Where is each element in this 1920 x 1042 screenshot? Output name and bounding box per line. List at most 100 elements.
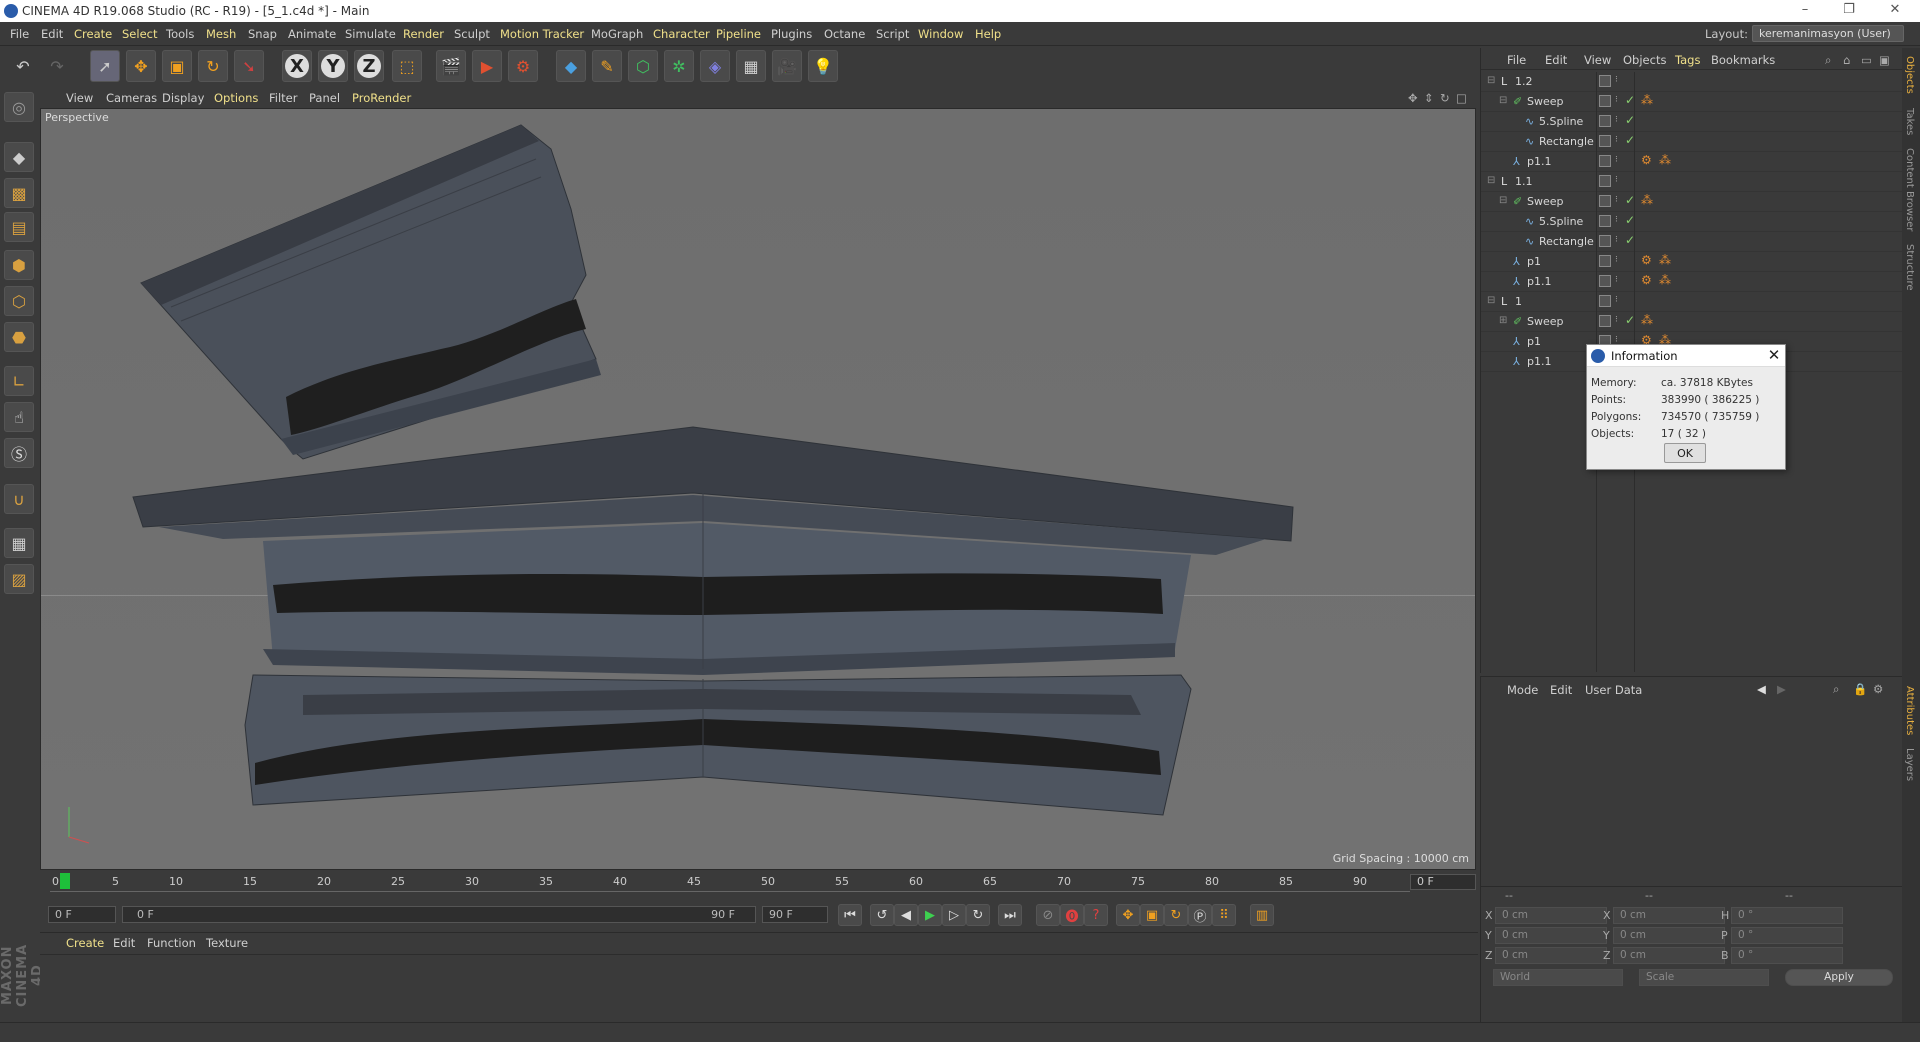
cornice-models[interactable]	[41, 109, 1476, 870]
visibility-dots-icon[interactable]: ⁝	[1615, 215, 1618, 225]
deformer-icon[interactable]: ◈	[700, 50, 730, 82]
constraint-tag-icon[interactable]: ⁂	[1641, 93, 1653, 107]
menu-simulate[interactable]: Simulate	[345, 27, 396, 41]
tab-content-browser[interactable]: Content Browser	[1904, 148, 1915, 231]
visibility-dots-icon[interactable]: ⁝	[1615, 95, 1618, 105]
rotation-field[interactable]: 0 °	[1731, 947, 1843, 964]
layer-swatch-icon[interactable]	[1599, 315, 1611, 327]
forward-arrow-icon[interactable]: ▶	[1777, 682, 1786, 696]
back-arrow-icon[interactable]: ◀	[1757, 682, 1766, 696]
constraint-tag-icon[interactable]: ⁂	[1641, 313, 1653, 327]
objects-menu-view[interactable]: View	[1584, 53, 1611, 67]
undo-icon[interactable]: ↶	[8, 50, 38, 82]
layer-swatch-icon[interactable]	[1599, 155, 1611, 167]
menu-select[interactable]: Select	[122, 27, 157, 41]
search-icon[interactable]: ⌕	[1825, 53, 1831, 68]
record-position-icon[interactable]: ✥	[1116, 904, 1140, 926]
menu-pipeline[interactable]: Pipeline	[716, 27, 761, 41]
menu-script[interactable]: Script	[876, 27, 909, 41]
home-icon[interactable]: ⌂	[1843, 53, 1850, 67]
objects-menu-edit[interactable]: Edit	[1545, 53, 1567, 67]
next-frame-icon[interactable]: ▷	[942, 904, 966, 926]
move-icon[interactable]: ✥	[126, 50, 156, 82]
ik-tag-icon[interactable]: ⚙	[1641, 253, 1652, 267]
make-editable-icon[interactable]: ◎	[4, 92, 34, 122]
collapse-icon[interactable]: ⊟	[1499, 95, 1507, 106]
search-icon[interactable]: ⌕	[1833, 682, 1839, 697]
new-window-icon[interactable]: ▭	[1861, 53, 1872, 67]
menu-character[interactable]: Character	[653, 27, 710, 41]
object-name[interactable]: p1.1	[1527, 275, 1551, 288]
rotate-icon[interactable]: ↻	[198, 50, 228, 82]
object-name[interactable]: 5.Spline	[1539, 215, 1583, 228]
object-row[interactable]: ⊞ ✐ Sweep ⁝ ✓ ⁂	[1481, 312, 1903, 332]
object-name[interactable]: 1	[1515, 295, 1522, 308]
record-scale-icon[interactable]: ▣	[1140, 904, 1164, 926]
constraint-tag-icon[interactable]: ⁂	[1659, 273, 1671, 287]
layer-swatch-icon[interactable]	[1599, 95, 1611, 107]
render-picture-viewer-icon[interactable]: ▶	[472, 50, 502, 82]
light-icon[interactable]: 💡	[808, 50, 838, 82]
record-disabled-icon[interactable]: ⊘	[1036, 904, 1060, 926]
layer-swatch-icon[interactable]	[1599, 215, 1611, 227]
ik-tag-icon[interactable]: ⚙	[1641, 273, 1652, 287]
object-row[interactable]: ⊟ L 1 ⁝	[1481, 292, 1903, 312]
position-field[interactable]: 0 cm	[1495, 927, 1607, 944]
position-field[interactable]: 0 cm	[1495, 947, 1607, 964]
object-row[interactable]: ⅄ p1.1 ⁝ ⚙ ⁂	[1481, 272, 1903, 292]
object-name[interactable]: Sweep	[1527, 315, 1564, 328]
layer-swatch-icon[interactable]	[1599, 135, 1611, 147]
tweak-mode-icon[interactable]: ☝	[4, 402, 34, 432]
workplane-icon[interactable]: ▦	[4, 528, 34, 558]
visibility-dots-icon[interactable]: ⁝	[1615, 255, 1618, 265]
layer-swatch-icon[interactable]	[1599, 195, 1611, 207]
polygons-mode-icon[interactable]: ⬣	[4, 322, 34, 352]
visibility-dots-icon[interactable]: ⁝	[1615, 235, 1618, 245]
object-name[interactable]: 1.1	[1515, 175, 1533, 188]
camera-icon[interactable]: 🎥	[772, 50, 802, 82]
workplane-mode-icon[interactable]: ▤	[4, 212, 34, 242]
coordinate-system-select[interactable]: World	[1493, 969, 1623, 986]
recent-tools-icon[interactable]: ➘	[234, 50, 264, 82]
visibility-dots-icon[interactable]: ⁝	[1615, 195, 1618, 205]
viewport-menu-panel[interactable]: Panel	[309, 91, 340, 105]
layer-swatch-icon[interactable]	[1599, 295, 1611, 307]
edit-render-settings-icon[interactable]: ⚙	[508, 50, 538, 82]
cloner-icon[interactable]: ✲	[664, 50, 694, 82]
menu-mograph[interactable]: MoGraph	[591, 27, 643, 41]
viewport-menu-display[interactable]: Display	[162, 91, 204, 105]
timeline-ruler[interactable]: 0 5 10 15 20 25 30 35 40 45 50 55 60 65 …	[50, 872, 1410, 892]
visibility-dots-icon[interactable]: ⁝	[1615, 155, 1618, 165]
object-row[interactable]: ⅄ p1.1 ⁝ ⚙ ⁂	[1481, 152, 1903, 172]
viewport[interactable]: Perspective Grid Spacing: 10000 cm	[40, 108, 1476, 870]
viewport-menu-options[interactable]: Options	[214, 91, 258, 105]
texture-mode-icon[interactable]: ▩	[4, 178, 34, 208]
cube-icon[interactable]: ◆	[556, 50, 586, 82]
tab-takes[interactable]: Takes	[1904, 108, 1915, 135]
floor-icon[interactable]: ▦	[736, 50, 766, 82]
constraint-tag-icon[interactable]: ⁂	[1659, 153, 1671, 167]
viewport-menu-filter[interactable]: Filter	[269, 91, 297, 105]
go-to-end-icon[interactable]: ⏭	[998, 904, 1022, 926]
menu-octane[interactable]: Octane	[824, 27, 865, 41]
menu-edit[interactable]: Edit	[41, 27, 63, 41]
timeline[interactable]: 0 5 10 15 20 25 30 35 40 45 50 55 60 65 …	[40, 872, 1478, 900]
collapse-icon[interactable]: ⊟	[1487, 75, 1495, 86]
ok-button[interactable]: OK	[1664, 443, 1706, 463]
menu-plugins[interactable]: Plugins	[771, 27, 812, 41]
snap-icon[interactable]: Ⓢ	[4, 438, 34, 468]
size-field[interactable]: 0 cm	[1613, 927, 1725, 944]
panel-menu-icon[interactable]: ▣	[1879, 53, 1890, 67]
edges-mode-icon[interactable]: ⬡	[4, 286, 34, 316]
material-manager-area[interactable]	[40, 954, 1478, 1022]
collapse-icon[interactable]: ⊟	[1499, 195, 1507, 206]
previous-key-icon[interactable]: ↺	[870, 904, 894, 926]
menu-mesh[interactable]: Mesh	[206, 27, 236, 41]
visibility-dots-icon[interactable]: ⁝	[1615, 315, 1618, 325]
layer-swatch-icon[interactable]	[1599, 115, 1611, 127]
current-frame-field[interactable]: 0 F	[48, 906, 116, 923]
size-mode-select[interactable]: Scale	[1639, 969, 1769, 986]
collapse-icon[interactable]: ⊟	[1487, 175, 1495, 186]
position-field[interactable]: 0 cm	[1495, 907, 1607, 924]
constraint-tag-icon[interactable]: ⁂	[1659, 253, 1671, 267]
